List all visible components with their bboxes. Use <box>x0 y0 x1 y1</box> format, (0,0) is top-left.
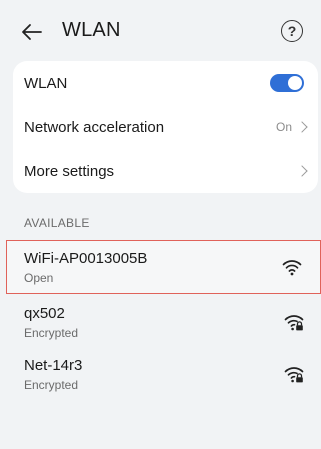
wifi-locked-icon <box>284 367 304 383</box>
back-button[interactable] <box>18 18 46 46</box>
more-settings-label: More settings <box>24 162 115 180</box>
wlan-label: WLAN <box>24 74 68 92</box>
network-status: Encrypted <box>24 378 79 392</box>
network-item[interactable]: Net-14r3 Encrypted <box>13 349 318 401</box>
chevron-right-icon <box>296 165 308 177</box>
network-acceleration-row[interactable]: Network acceleration On <box>13 105 318 149</box>
header-bar: WLAN ? <box>0 0 321 58</box>
network-item[interactable]: qx502 Encrypted <box>13 297 318 349</box>
network-name: qx502 <box>24 305 65 322</box>
page-title: WLAN <box>62 19 121 41</box>
wlan-toggle-row[interactable]: WLAN <box>13 61 318 105</box>
network-item[interactable]: WiFi-AP0013005B Open <box>6 240 321 294</box>
toggle-knob <box>288 76 302 90</box>
wlan-toggle[interactable] <box>270 74 304 92</box>
question-circle-icon: ? <box>287 23 297 39</box>
more-settings-row[interactable]: More settings <box>13 149 318 193</box>
arrow-left-icon <box>22 24 42 40</box>
network-acceleration-value: On <box>275 120 292 134</box>
available-section-title: AVAILABLE <box>24 216 90 230</box>
network-status: Open <box>24 271 54 285</box>
chevron-right-icon <box>296 121 308 133</box>
network-status: Encrypted <box>24 326 79 340</box>
network-acceleration-label: Network acceleration <box>24 118 165 136</box>
settings-card: WLAN Network acceleration On More settin… <box>13 61 318 193</box>
help-button[interactable]: ? <box>281 20 303 42</box>
network-name: Net-14r3 <box>24 357 83 374</box>
network-name: WiFi-AP0013005B <box>24 250 148 267</box>
wifi-signal-icon <box>282 260 302 276</box>
wifi-locked-icon <box>284 315 304 331</box>
